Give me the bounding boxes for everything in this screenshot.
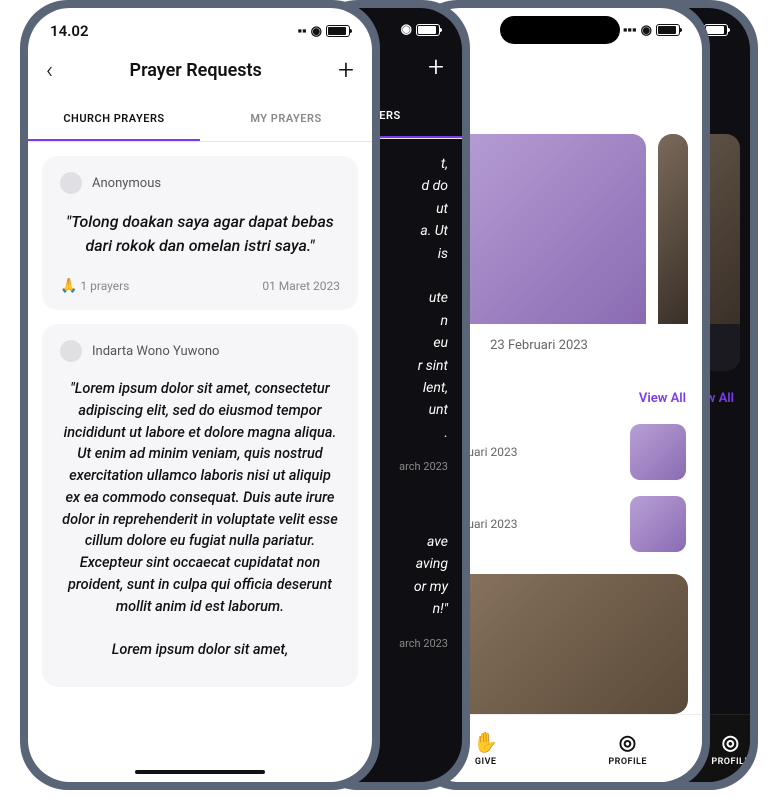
header: ‹ Prayer Requests + — [28, 46, 372, 98]
prayer-text: "Lorem ipsum dolor sit amet, consectetur… — [60, 374, 340, 627]
battery-icon — [326, 25, 350, 37]
profile-icon: ◎ — [722, 730, 740, 754]
avatar — [60, 340, 82, 362]
add-button[interactable]: + — [338, 56, 354, 84]
nav-label: PROFILE — [711, 757, 750, 767]
wifi-icon: ◉ — [401, 22, 412, 37]
battery-icon — [416, 24, 440, 36]
tab-church-prayers[interactable]: CHURCH PRAYERS — [28, 98, 200, 141]
author-name: Indarta Wono Yuwono — [92, 344, 219, 359]
signal-icon: ▪▪ — [297, 23, 306, 39]
prayer-count[interactable]: 🙏 1 prayers — [60, 278, 129, 294]
prayer-date: 01 Maret 2023 — [262, 279, 340, 293]
status-bar: 14.02 ▪▪ ◉ — [28, 8, 372, 46]
thumb-image — [630, 496, 686, 552]
page-title: Prayer Requests — [130, 60, 262, 81]
add-button[interactable]: + — [428, 53, 444, 81]
pray-icon: 🙏 — [60, 278, 77, 294]
clock: 14.02 — [50, 22, 89, 40]
battery-icon — [656, 24, 680, 36]
wifi-icon: ◉ — [311, 24, 322, 39]
nav-give[interactable]: ✋ GIVE — [473, 730, 498, 767]
feed-image[interactable] — [658, 134, 688, 324]
prayer-text-continued: Lorem ipsum dolor sit amet, — [60, 635, 340, 671]
prayer-card: Anonymous "Tolong doakan saya agar dapat… — [42, 156, 358, 310]
tabs: CHURCH PRAYERS MY PRAYERS — [28, 98, 372, 142]
give-icon: ✋ — [473, 730, 498, 754]
back-button[interactable]: ‹ — [46, 58, 53, 82]
author-name: Anonymous — [92, 176, 161, 191]
nav-label: GIVE — [475, 757, 497, 767]
prayer-card: Indarta Wono Yuwono "Lorem ipsum dolor s… — [42, 324, 358, 687]
tab-my-prayers[interactable]: MY PRAYERS — [200, 98, 372, 141]
wifi-icon: ◉ — [641, 23, 652, 38]
home-indicator[interactable] — [135, 770, 265, 774]
profile-icon: ◎ — [619, 730, 637, 754]
nav-label: PROFILE — [608, 757, 647, 767]
notch — [500, 16, 620, 44]
feed-image[interactable] — [432, 574, 688, 714]
avatar — [60, 172, 82, 194]
nav-profile[interactable]: ◎ PROFILE — [608, 730, 647, 767]
prayer-text: "Tolong doakan saya agar dapat bebas dar… — [60, 206, 340, 268]
signal-icon: ▪▪▪ — [623, 22, 637, 38]
thumb-image — [630, 424, 686, 480]
nav-profile[interactable]: ◎ PROFILE — [711, 730, 750, 767]
